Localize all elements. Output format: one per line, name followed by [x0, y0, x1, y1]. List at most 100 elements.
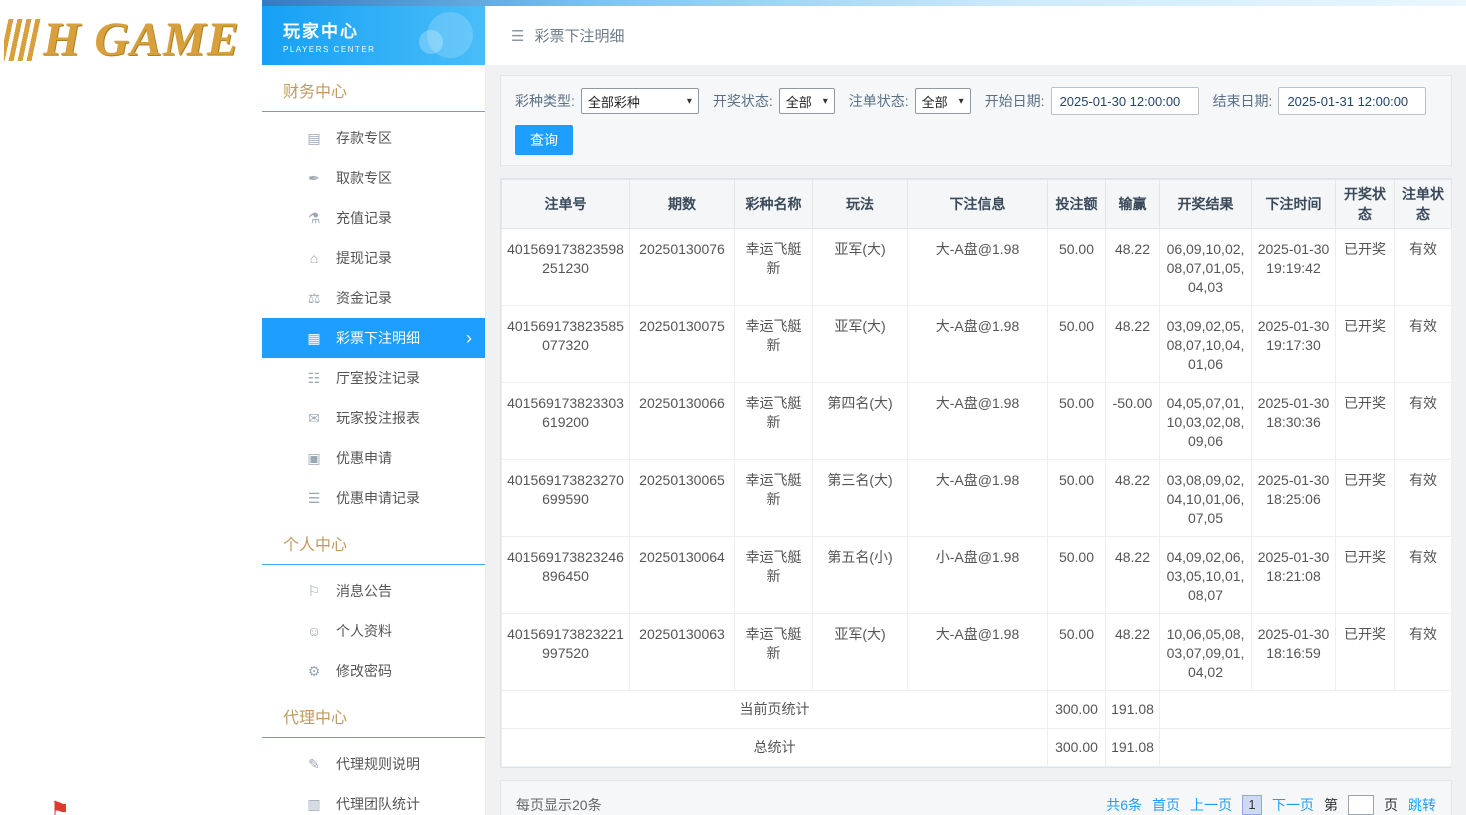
- table-cell: 有效: [1395, 229, 1452, 306]
- table-cell: 有效: [1395, 537, 1452, 614]
- player-bet-report-icon: ✉: [305, 410, 323, 427]
- query-button[interactable]: 查询: [515, 125, 573, 155]
- logo-stripes-icon: [4, 19, 44, 61]
- sidebar-item-label: 存款专区: [336, 128, 392, 148]
- table-cell: 大-A盘@1.98: [908, 460, 1048, 537]
- promo-apply-record-icon: ☰: [305, 490, 323, 507]
- sidebar-item-label: 修改密码: [336, 661, 392, 681]
- col-header-draw-status: 开奖状态: [1336, 180, 1395, 229]
- table-cell: 48.22: [1106, 614, 1160, 691]
- table-cell: 48.22: [1106, 229, 1160, 306]
- col-header-draw-result: 开奖结果: [1160, 180, 1252, 229]
- promo-apply-icon: ▣: [305, 450, 323, 467]
- sidebar-item-withdraw-record[interactable]: ⌂ 提现记录: [262, 238, 485, 278]
- sidebar-item-player-bet-report[interactable]: ✉玩家投注报表: [262, 398, 485, 438]
- prev-page-link[interactable]: 上一页: [1190, 795, 1232, 815]
- table-cell: 大-A盘@1.98: [908, 383, 1048, 460]
- withdraw-record-icon: ⌂: [305, 250, 323, 266]
- select-arrow-icon: ▾: [823, 96, 828, 107]
- agent-team-icon: ▥: [305, 796, 323, 813]
- next-page-link[interactable]: 下一页: [1272, 795, 1314, 815]
- logo-column: H GAME ⚑: [0, 0, 262, 815]
- table-cell: 20250130075: [630, 306, 735, 383]
- table-row: 40156917382359825123020250130076幸运飞艇新亚军(…: [502, 229, 1452, 306]
- table-cell: 已开奖: [1336, 229, 1395, 306]
- col-header-bet-time: 下注时间: [1252, 180, 1336, 229]
- table-cell: 48.22: [1106, 537, 1160, 614]
- sidebar-item-recharge-record[interactable]: ⚗充值记录: [262, 198, 485, 238]
- table-cell: 幸运飞艇新: [735, 383, 813, 460]
- table-cell: 50.00: [1048, 537, 1106, 614]
- table-cell: 幸运飞艇新: [735, 229, 813, 306]
- profile-icon: ☺: [305, 623, 323, 639]
- table-cell: 20250130066: [630, 383, 735, 460]
- table-cell: 10,06,05,08,03,07,09,01,04,02: [1160, 614, 1252, 691]
- sidebar-item-deposit-zone[interactable]: ▤ 存款专区: [262, 118, 485, 158]
- sidebar-item-label: 代理规则说明: [336, 754, 420, 774]
- page-jump-input[interactable]: [1348, 795, 1374, 815]
- sidebar-item-message-notice[interactable]: ⚐消息公告: [262, 571, 485, 611]
- sidebar-menu: 财务中心▤存款专区✒取款专区⚗充值记录⌂提现记录⚖资金记录▦彩票下注明细›☷厅室…: [262, 65, 485, 815]
- table-cell: 2025-01-30 18:16:59: [1252, 614, 1336, 691]
- deposit-zone-icon: ▤: [305, 130, 323, 147]
- table-cell: 幸运飞艇新: [735, 537, 813, 614]
- page-size-text: 每页显示20条: [516, 795, 602, 815]
- agent-rules-icon: ✎: [305, 756, 323, 773]
- table-cell: 2025-01-30 18:30:36: [1252, 383, 1336, 460]
- total-summary-label: 总统计: [502, 729, 1048, 767]
- table-cell: 401569173823585077320: [502, 306, 630, 383]
- sidebar-item-agent-team[interactable]: ▥ 代理团队统计: [262, 784, 485, 815]
- sidebar-section-title: 代理中心: [262, 691, 485, 738]
- bet-status-label: 注单状态:: [849, 91, 909, 111]
- sidebar-item-withdraw-zone[interactable]: ✒取款专区: [262, 158, 485, 198]
- sidebar-title: 玩家中心: [283, 17, 485, 42]
- sidebar-item-label: 提现记录: [336, 248, 392, 268]
- sidebar-item-hall-bet-record[interactable]: ☷厅室投注记录: [262, 358, 485, 398]
- sidebar-item-promo-apply[interactable]: ▣ 优惠申请: [262, 438, 485, 478]
- jump-link[interactable]: 跳转: [1408, 795, 1436, 815]
- table-cell: 401569173823270699590: [502, 460, 630, 537]
- total-count-text: 共6条: [1106, 795, 1142, 815]
- table-cell: 20250130063: [630, 614, 735, 691]
- sidebar-item-label: 个人资料: [336, 621, 392, 641]
- page-title: 彩票下注明细: [534, 25, 624, 46]
- total-summary-win-loss: 191.08: [1106, 729, 1160, 767]
- current-page-indicator[interactable]: 1: [1242, 795, 1262, 815]
- sidebar-item-funds-record[interactable]: ⚖资金记录: [262, 278, 485, 318]
- sidebar-item-agent-rules[interactable]: ✎ 代理规则说明: [262, 744, 485, 784]
- end-date-input[interactable]: [1278, 87, 1426, 115]
- sidebar-item-lottery-bet-detail[interactable]: ▦彩票下注明细›: [262, 318, 485, 358]
- sidebar-item-label: 代理团队统计: [336, 794, 420, 814]
- col-header-lottery-name: 彩种名称: [735, 180, 813, 229]
- col-header-win-loss: 输赢: [1106, 180, 1160, 229]
- sidebar-item-change-password[interactable]: ⚙修改密码: [262, 651, 485, 691]
- sidebar-item-profile[interactable]: ☺ 个人资料: [262, 611, 485, 651]
- sidebar-item-label: 优惠申请: [336, 448, 392, 468]
- select-arrow-icon: ▾: [959, 96, 964, 107]
- draw-status-select[interactable]: 全部 ▾: [779, 88, 835, 114]
- lottery-type-select[interactable]: 全部彩种 ▾: [581, 88, 699, 114]
- bet-table-summary: 当前页统计 300.00 191.08 总统计 300.00 191.08: [502, 691, 1452, 767]
- main: ☰ 彩票下注明细 彩种类型: 全部彩种 ▾ 开奖状态: 全部 ▾ 注单: [486, 0, 1466, 815]
- table-cell: 幸运飞艇新: [735, 460, 813, 537]
- table-cell: 2025-01-30 19:17:30: [1252, 306, 1336, 383]
- sidebar-item-promo-apply-record[interactable]: ☰优惠申请记录: [262, 478, 485, 518]
- menu-toggle-icon[interactable]: ☰: [511, 27, 524, 45]
- table-cell: 2025-01-30 18:25:06: [1252, 460, 1336, 537]
- start-date-input[interactable]: [1051, 87, 1199, 115]
- brand-logo: H GAME: [4, 12, 262, 67]
- draw-status-value: 全部: [786, 92, 812, 111]
- first-page-link[interactable]: 首页: [1152, 795, 1180, 815]
- sidebar-subtitle: PLAYERS CENTER: [283, 45, 485, 54]
- sidebar-header: 玩家中心 PLAYERS CENTER: [262, 6, 485, 65]
- table-cell: 50.00: [1048, 306, 1106, 383]
- table-cell: 有效: [1395, 306, 1452, 383]
- table-cell: 401569173823303619200: [502, 383, 630, 460]
- top-gradient-strip: [262, 0, 1466, 6]
- bet-status-select[interactable]: 全部 ▾: [915, 88, 971, 114]
- page-summary-bet-total: 300.00: [1048, 691, 1106, 729]
- content: 彩种类型: 全部彩种 ▾ 开奖状态: 全部 ▾ 注单状态: 全部 ▾: [486, 65, 1466, 815]
- jump-prefix-text: 第: [1324, 795, 1338, 815]
- table-cell: 已开奖: [1336, 306, 1395, 383]
- red-pin-icon: ⚑: [50, 797, 70, 815]
